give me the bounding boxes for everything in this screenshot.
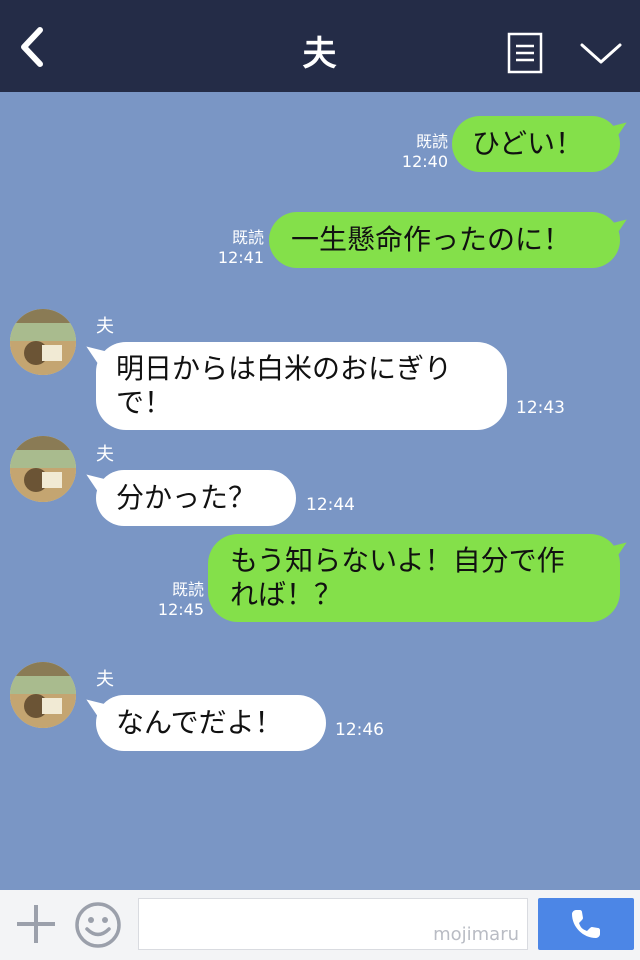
emoji-button[interactable] <box>74 901 122 949</box>
message-bubble-sent[interactable]: ひどい！ <box>452 116 620 172</box>
message-bubble-received[interactable]: 明日からは白米のおにぎり で！ <box>96 342 507 430</box>
message-text: なんでだよ！ <box>116 706 283 739</box>
message-bubble-received[interactable]: 分かった？ <box>96 470 296 526</box>
sender-name: 夫 <box>96 444 114 465</box>
message-time: 12:43 <box>516 398 565 418</box>
message-line: で！ <box>116 386 173 419</box>
call-button[interactable] <box>538 898 634 950</box>
message-bubble-sent[interactable]: もう知らないよ！自分で作 れば！？ <box>208 534 620 622</box>
plus-icon <box>17 905 55 943</box>
avatar-photo-icon <box>10 436 76 502</box>
read-status: 既読 12:41 <box>212 228 264 268</box>
message-time: 12:41 <box>217 248 264 267</box>
read-label: 既読 <box>231 228 264 247</box>
message-input[interactable]: mojimaru <box>138 898 528 950</box>
chevron-down-icon <box>580 43 622 64</box>
message-list[interactable]: 既読 12:40 ひどい！ 既読 12:41 一生懸命作ったのに！ 夫 明日から… <box>0 92 640 890</box>
message-bubble-sent[interactable]: 一生懸命作ったのに！ <box>269 212 620 268</box>
message-line: もう知らないよ！自分で作 <box>230 544 565 577</box>
smiley-icon <box>75 902 121 948</box>
read-label: 既読 <box>171 580 204 599</box>
message-text: ひどい！ <box>472 127 584 160</box>
read-status: 既読 12:40 <box>396 132 448 172</box>
message-time: 12:40 <box>401 152 448 171</box>
message-line: れば！？ <box>230 578 343 611</box>
phone-icon <box>572 910 600 938</box>
read-label: 既読 <box>415 132 448 151</box>
list-menu-icon <box>507 32 543 74</box>
avatar-photo-icon <box>10 309 76 375</box>
message-line: 明日からは白米のおにぎり <box>116 352 453 385</box>
message-time: 12:46 <box>335 720 384 740</box>
message-bubble-received[interactable]: なんでだよ！ <box>96 695 326 751</box>
avatar-photo-icon <box>10 662 76 728</box>
contact-avatar[interactable] <box>10 309 76 375</box>
contact-avatar[interactable] <box>10 662 76 728</box>
message-time: 12:44 <box>306 495 355 515</box>
read-status: 既読 12:45 <box>152 580 204 620</box>
sender-name: 夫 <box>96 669 114 690</box>
contact-avatar[interactable] <box>10 436 76 502</box>
collapse-button[interactable] <box>574 28 628 78</box>
sender-name: 夫 <box>96 316 114 337</box>
chat-header: 夫 <box>0 0 640 92</box>
message-time: 12:45 <box>157 600 204 619</box>
message-text: 分かった？ <box>116 481 257 514</box>
add-attachment-button[interactable] <box>14 902 58 946</box>
menu-button[interactable] <box>500 28 550 78</box>
message-text: 一生懸命作ったのに！ <box>291 223 572 256</box>
watermark-text: mojimaru <box>433 924 519 945</box>
